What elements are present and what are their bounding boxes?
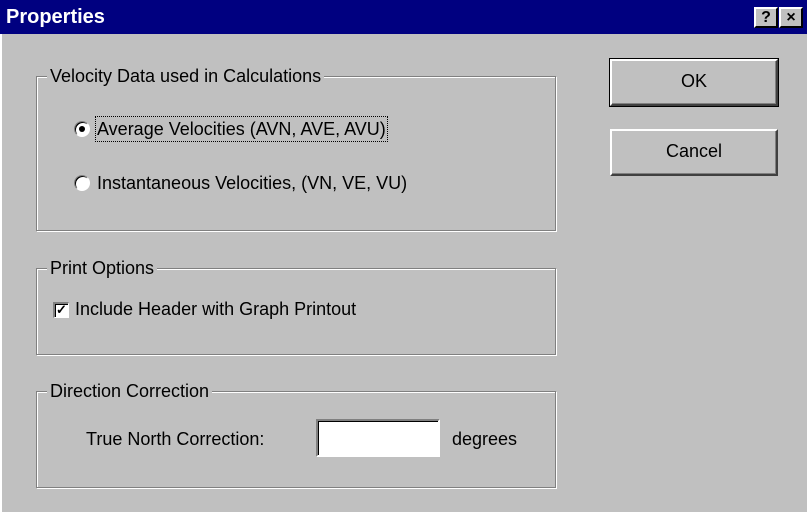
radio-selected-icon[interactable] [74,121,90,137]
print-options-legend: Print Options [47,257,158,279]
cancel-button[interactable]: Cancel [610,129,778,176]
velocity-group-box [36,76,556,231]
instantaneous-velocities-radio[interactable] [74,175,90,191]
average-velocities-label[interactable]: Average Velocities (AVN, AVE, AVU) [95,116,388,142]
window-title: Properties [6,6,105,28]
velocity-group-legend: Velocity Data used in Calculations [47,65,325,87]
instantaneous-velocities-label[interactable]: Instantaneous Velocities, (VN, VE, VU) [97,172,407,194]
true-north-correction-label: True North Correction: [86,429,265,449]
direction-correction-legend: Direction Correction [47,380,213,402]
radio-dot-icon [79,126,85,132]
title-bar[interactable] [0,0,807,34]
true-north-correction-input[interactable] [316,419,440,457]
help-button[interactable]: ? [754,7,778,28]
degrees-unit-label: degrees [452,429,518,449]
average-velocities-radio[interactable] [74,121,90,137]
include-header-checkbox[interactable]: ✓ [53,302,69,318]
close-button[interactable]: × [779,7,803,28]
radio-unselected-icon[interactable] [74,175,90,191]
ok-button[interactable]: OK [609,58,779,107]
include-header-label[interactable]: Include Header with Graph Printout [75,298,356,320]
